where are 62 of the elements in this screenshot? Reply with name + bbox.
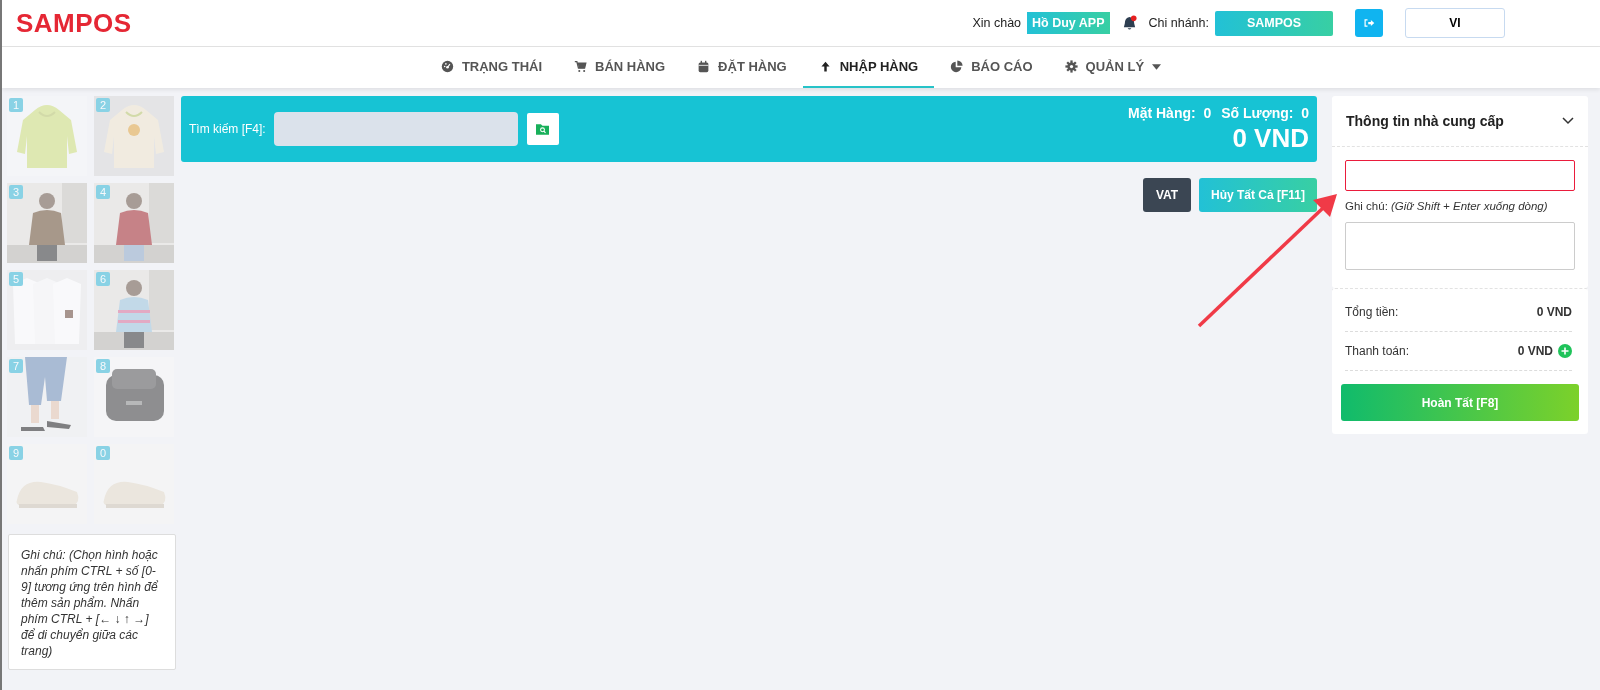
quantity-count: Số Lượng: 0 xyxy=(1221,104,1309,121)
supplier-title: Thông tin nhà cung cấp xyxy=(1346,113,1504,129)
cart-icon xyxy=(574,60,588,73)
logout-icon xyxy=(1363,17,1375,29)
shortcut-badge: 2 xyxy=(96,98,111,112)
logout-button[interactable] xyxy=(1355,9,1383,37)
cancel-all-button[interactable]: Hủy Tất Cả [F11] xyxy=(1199,178,1317,212)
vat-button[interactable]: VAT xyxy=(1143,178,1191,212)
nav-tab[interactable]: TRẠNG THÁI xyxy=(424,47,559,88)
note-field[interactable] xyxy=(1345,222,1575,270)
product-tile[interactable]: 4 xyxy=(94,183,174,263)
nav-tab[interactable]: NHẬP HÀNG xyxy=(802,47,935,88)
shortcut-badge: 8 xyxy=(96,359,111,373)
shortcut-badge: 9 xyxy=(9,446,24,460)
nav-tab[interactable]: QUẢN LÝ xyxy=(1048,47,1178,88)
search-label: Tìm kiếm [F4]: xyxy=(189,122,266,136)
branch-button[interactable]: SAMPOS xyxy=(1215,10,1333,36)
shortcut-badge: 1 xyxy=(9,98,24,112)
branch-label: Chi nhánh: xyxy=(1148,16,1209,30)
search-field[interactable] xyxy=(273,112,518,146)
chevron-icon xyxy=(1562,117,1574,125)
caret-icon xyxy=(1152,63,1162,70)
shortcut-badge: 6 xyxy=(96,272,111,286)
payment-label: Tổng tiền: xyxy=(1345,305,1399,319)
supplier-header[interactable]: Thông tin nhà cung cấp xyxy=(1332,96,1588,147)
shortcut-badge: 5 xyxy=(9,272,24,286)
folder-search-icon xyxy=(536,123,550,135)
folder-search-button[interactable] xyxy=(526,113,559,145)
shortcut-badge: 7 xyxy=(9,359,24,373)
nav-tab[interactable]: ĐẶT HÀNG xyxy=(681,47,803,88)
gauge-icon xyxy=(440,60,454,73)
shortcut-badge: 0 xyxy=(96,446,111,460)
language-button[interactable]: VI xyxy=(1405,8,1505,38)
product-tile[interactable]: 7 xyxy=(7,357,87,437)
product-tile[interactable]: 2 xyxy=(94,96,174,176)
payment-label: Thanh toán: xyxy=(1345,344,1410,358)
payment-value: 0 VND xyxy=(1536,305,1572,319)
settings-icon xyxy=(1064,60,1078,73)
payment-value: 0 VND xyxy=(1517,344,1553,358)
product-tile[interactable]: 3 xyxy=(7,183,87,263)
product-tile[interactable]: 5 xyxy=(7,270,87,350)
product-tile[interactable]: 0 xyxy=(94,444,174,524)
total-amount: 0 VND xyxy=(1232,122,1309,154)
up-arrow-icon xyxy=(818,60,832,73)
items-count: Mặt Hàng: 0 xyxy=(1128,104,1212,121)
logo[interactable]: SAMPOS xyxy=(16,7,132,39)
calendar-icon xyxy=(697,60,711,73)
shortcut-badge: 4 xyxy=(96,185,111,199)
shortcut-badge: 3 xyxy=(9,185,24,199)
note-label: Ghi chú: (Giữ Shift + Enter xuống dòng) xyxy=(1345,200,1549,212)
complete-button[interactable]: Hoàn Tất [F8] xyxy=(1341,384,1579,421)
nav-tab[interactable]: BÁN HÀNG xyxy=(558,47,682,88)
notification-bell-icon[interactable] xyxy=(1121,14,1137,32)
supplier-field[interactable] xyxy=(1345,160,1575,191)
nav-tab[interactable]: BÁO CÁO xyxy=(934,47,1049,88)
user-name-badge: Hồ Duy APP xyxy=(1027,12,1110,34)
greeting-text: Xin chào xyxy=(972,16,1022,30)
add-icon[interactable] xyxy=(1558,344,1572,358)
pie-chart-icon xyxy=(950,60,964,73)
shortcut-note: Ghi chú: (Chọn hình hoặc nhấn phím CTRL + số [0-9] tương ứng trên hình để thêm sản phẩm. Nhấn phím CTRL + [← ↓ ↑ →] để di chuyển giữa các trang) xyxy=(8,534,176,670)
product-tile[interactable]: 9 xyxy=(7,444,87,524)
product-tile[interactable]: 6 xyxy=(94,270,174,350)
